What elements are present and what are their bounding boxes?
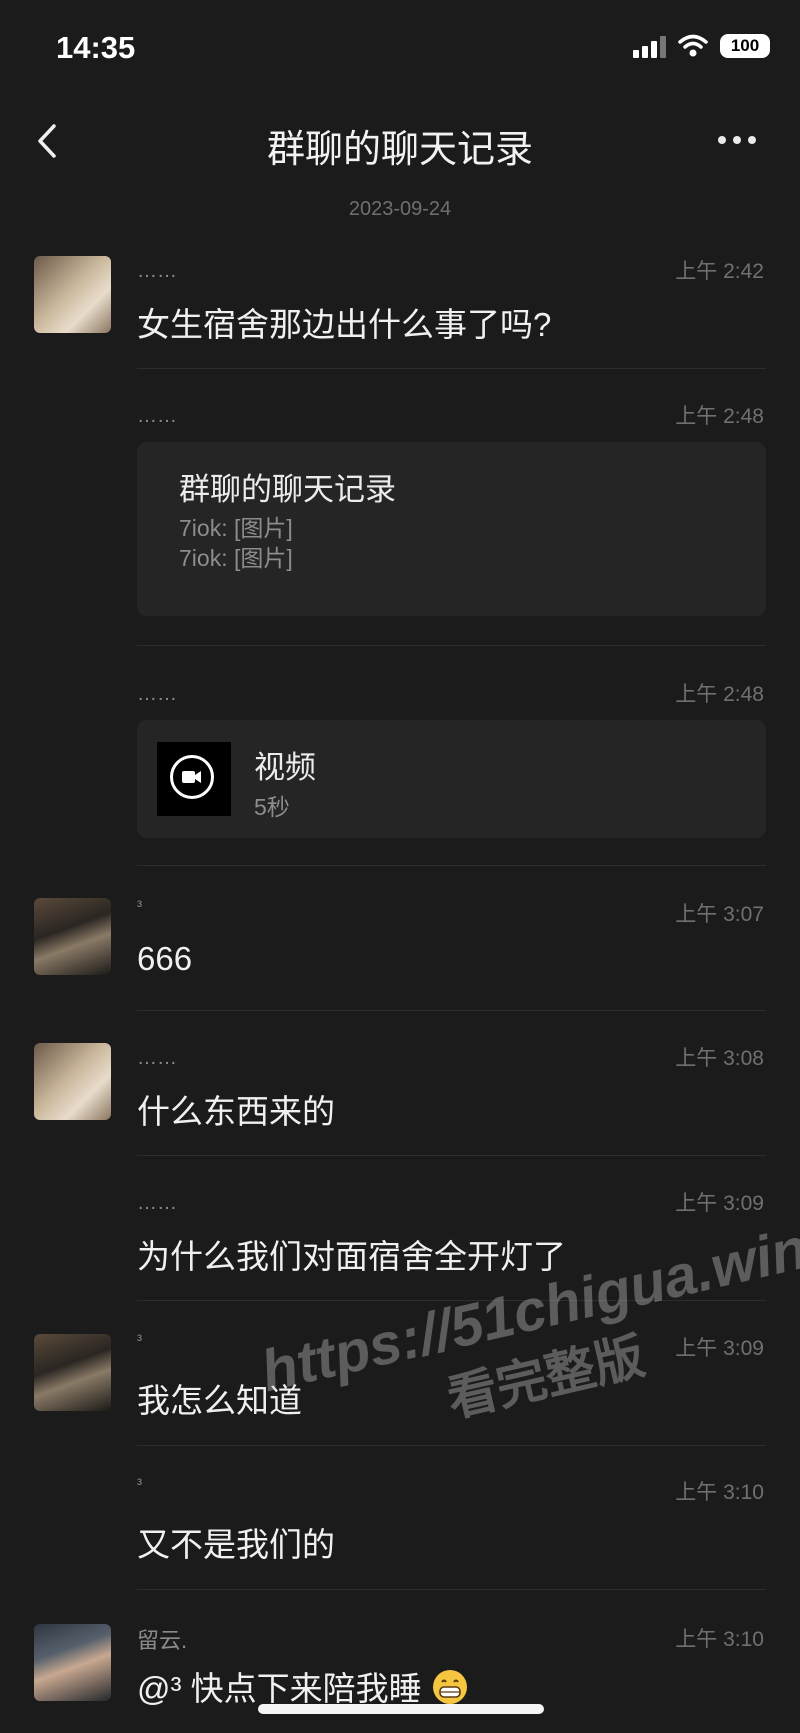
sender-name: ³ xyxy=(137,898,142,915)
sender-name: 留云. xyxy=(137,1628,188,1653)
nav-bar: 群聊的聊天记录 xyxy=(0,100,800,186)
message-time: 上午 3:08 xyxy=(675,1047,764,1070)
divider xyxy=(137,1589,766,1590)
cellular-signal-icon xyxy=(633,34,666,58)
chat-record-line: 7iok: [图片] xyxy=(179,545,293,571)
video-duration: 5秒 xyxy=(254,794,290,820)
message-time: 上午 2:48 xyxy=(675,405,764,428)
avatar[interactable] xyxy=(34,1624,111,1701)
message-time: 上午 3:10 xyxy=(675,1481,764,1504)
message-time: 上午 3:09 xyxy=(675,1192,764,1215)
video-label: 视频 xyxy=(254,750,316,785)
video-thumbnail[interactable] xyxy=(157,742,231,816)
avatar[interactable] xyxy=(34,1334,111,1411)
message-time: 上午 2:48 xyxy=(675,683,764,706)
more-dots-icon[interactable] xyxy=(718,128,762,152)
message-text: 我怎么知道 xyxy=(137,1382,302,1419)
sender-name: …… xyxy=(137,405,177,427)
message-item[interactable]: …… 上午 3:09 为什么我们对面宿舍全开灯了 xyxy=(0,1187,800,1301)
message-item[interactable]: ³ 上午 3:07 666 xyxy=(0,898,800,1011)
avatar[interactable] xyxy=(34,1043,111,1120)
divider xyxy=(137,865,766,866)
chat-record-line: 7iok: [图片] xyxy=(179,515,293,541)
message-text: 为什么我们对面宿舍全开灯了 xyxy=(137,1238,566,1275)
sender-name: ³ xyxy=(137,1332,142,1349)
message-time: 上午 3:07 xyxy=(675,903,764,926)
wifi-icon xyxy=(678,34,708,57)
status-bar: 14:35 100 xyxy=(0,0,800,100)
video-camera-icon xyxy=(170,755,214,799)
chat-record-title: 群聊的聊天记录 xyxy=(179,472,396,507)
battery-icon: 100 xyxy=(720,34,770,58)
divider xyxy=(137,1445,766,1446)
divider xyxy=(137,1010,766,1011)
chat-record-card[interactable]: 群聊的聊天记录 7iok: [图片] 7iok: [图片] xyxy=(137,442,766,616)
divider xyxy=(137,1155,766,1156)
status-icons: 100 xyxy=(633,34,770,58)
message-text: 女生宿舍那边出什么事了吗? xyxy=(137,306,552,343)
avatar[interactable] xyxy=(34,898,111,975)
message-text-content: @³ 快点下来陪我睡 xyxy=(137,1670,422,1707)
divider xyxy=(137,1300,766,1301)
avatar[interactable] xyxy=(34,256,111,333)
sender-name: …… xyxy=(137,260,177,282)
message-time: 上午 3:10 xyxy=(675,1628,764,1651)
message-item[interactable]: …… 上午 3:08 什么东西来的 xyxy=(0,1042,800,1156)
sender-name: …… xyxy=(137,683,177,705)
message-item[interactable]: …… 上午 2:42 女生宿舍那边出什么事了吗? xyxy=(0,255,800,369)
sender-name: …… xyxy=(137,1192,177,1214)
sender-name: …… xyxy=(137,1047,177,1069)
message-text: 666 xyxy=(137,940,193,977)
message-time: 上午 3:09 xyxy=(675,1337,764,1360)
status-time: 14:35 xyxy=(56,30,136,65)
grin-emoji-icon xyxy=(432,1670,467,1704)
divider xyxy=(137,645,766,646)
message-time: 上午 2:42 xyxy=(675,260,764,283)
divider xyxy=(137,368,766,369)
message-item[interactable]: …… 上午 2:48 视频 5秒 xyxy=(0,678,800,866)
message-item[interactable]: …… 上午 2:48 群聊的聊天记录 7iok: [图片] 7iok: [图片] xyxy=(0,400,800,646)
message-item[interactable]: ³ 上午 3:10 又不是我们的 xyxy=(0,1476,800,1590)
home-indicator[interactable] xyxy=(258,1704,544,1714)
video-card[interactable]: 视频 5秒 xyxy=(137,720,766,838)
message-text: 什么东西来的 xyxy=(137,1093,335,1130)
sender-name: ³ xyxy=(137,1476,142,1493)
message-text: @³ 快点下来陪我睡 xyxy=(137,1662,469,1710)
page-title: 群聊的聊天记录 xyxy=(266,129,533,171)
message-text: 又不是我们的 xyxy=(137,1526,335,1563)
date-header: 2023-09-24 xyxy=(348,198,452,220)
message-item[interactable]: ³ 上午 3:09 我怎么知道 xyxy=(0,1332,800,1446)
